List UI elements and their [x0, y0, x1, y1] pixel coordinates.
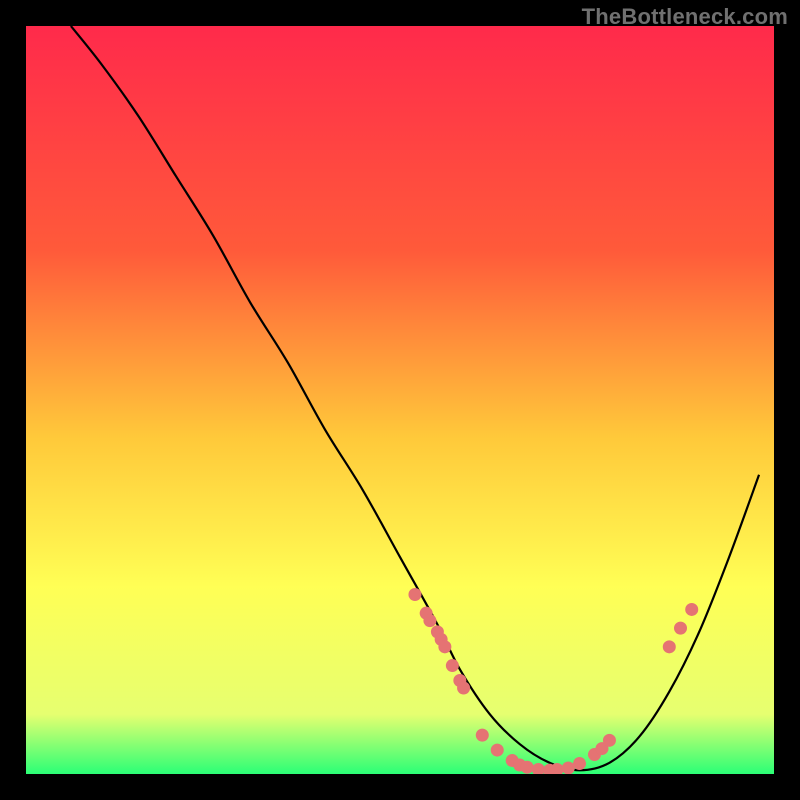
data-marker: [446, 659, 459, 672]
data-marker: [476, 729, 489, 742]
plot-area: [26, 26, 774, 774]
data-marker: [521, 761, 534, 774]
data-marker: [674, 622, 687, 635]
data-marker: [685, 603, 698, 616]
data-marker: [573, 757, 586, 770]
gradient-background: [26, 26, 774, 774]
data-marker: [562, 762, 575, 774]
chart-svg: [26, 26, 774, 774]
data-marker: [408, 588, 421, 601]
data-marker: [603, 734, 616, 747]
data-marker: [457, 681, 470, 694]
data-marker: [423, 614, 436, 627]
chart-frame: TheBottleneck.com: [0, 0, 800, 800]
data-marker: [663, 640, 676, 653]
data-marker: [438, 640, 451, 653]
data-marker: [491, 744, 504, 757]
